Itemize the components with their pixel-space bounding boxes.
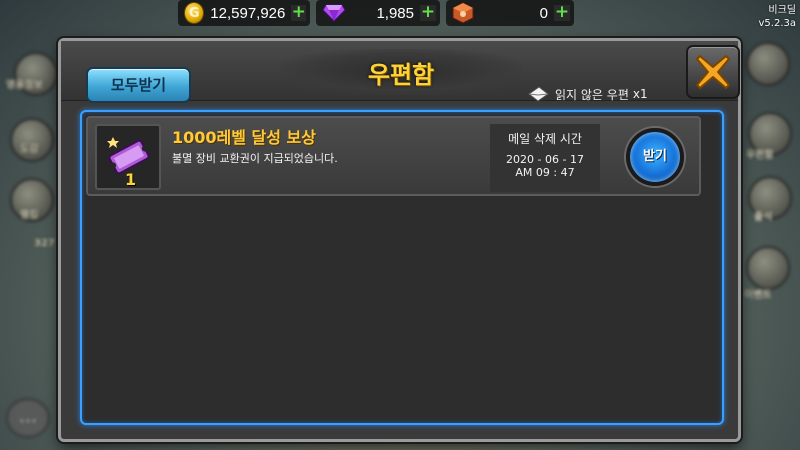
gold-coin-icon: G xyxy=(184,2,205,24)
server-name: 비크딜 xyxy=(768,5,796,16)
chat-bubble-icon xyxy=(6,398,50,438)
version-info: 비크딜 v5.2.3a xyxy=(759,4,797,30)
mail-list-panel: 1 1000레벨 달성 보상 불멸 장비 교환권이 지급되었습니다. 메일 삭제… xyxy=(80,110,724,425)
bg-mailbox-label: 우편함 xyxy=(746,150,774,161)
mail-title: 1000레벨 달성 보상 xyxy=(172,128,316,147)
expire-label: 메일 삭제 시간 xyxy=(508,132,582,146)
unread-mail-info: 읽지 않은 우편 x1 xyxy=(527,85,648,103)
unread-mail-count: x1 xyxy=(632,87,648,101)
expire-date-value: 2020 - 06 - 17 xyxy=(506,153,584,166)
receive-button[interactable]: 받기 xyxy=(626,128,684,186)
add-gem-button[interactable]: + xyxy=(420,4,436,21)
expire-time-value: AM 09 : 47 xyxy=(515,166,575,179)
close-button[interactable] xyxy=(686,45,740,99)
ticket-currency: 0 + xyxy=(446,0,574,26)
bg-ranking-label: 랭킹 xyxy=(20,210,39,221)
gold-amount: 12,597,926 xyxy=(210,4,286,22)
receive-all-button[interactable]: 모두받기 xyxy=(86,67,191,103)
bg-event-label: 이벤트 xyxy=(744,290,772,301)
ticket-cube-icon xyxy=(452,2,474,24)
mail-reward-icon-box: 1 xyxy=(95,124,161,190)
bg-hero-info-label: 영웅정보 xyxy=(6,80,43,91)
mail-description: 불멸 장비 교환권이 지급되었습니다. xyxy=(172,152,338,165)
gold-currency: G 12,597,926 + xyxy=(178,0,310,26)
mail-item-count: 1 xyxy=(125,170,137,189)
gem-currency: 1,985 + xyxy=(316,0,440,26)
close-x-icon xyxy=(696,55,730,89)
expire-date: 2020 - 06 - 17 AM 09 : 47 xyxy=(490,153,600,179)
add-ticket-button[interactable]: + xyxy=(554,4,570,21)
mail-item: 1 1000레벨 달성 보상 불멸 장비 교환권이 지급되었습니다. 메일 삭제… xyxy=(86,116,701,196)
gem-amount: 1,985 xyxy=(376,4,414,22)
mail-expire-box: 메일 삭제 시간 2020 - 06 - 17 AM 09 : 47 xyxy=(490,124,600,192)
version-label: v5.2.3a xyxy=(758,18,797,29)
bg-event-button xyxy=(746,246,790,290)
dialog-title: 우편함 xyxy=(367,61,435,89)
bg-codex-label: 도감 xyxy=(20,144,39,155)
bg-attendance-label: 출석 xyxy=(754,212,773,223)
bg-left-number: 327 xyxy=(34,238,55,249)
mailbox-dialog: 우편함 모두받기 읽지 않은 우편 x1 1 1000레벨 달성 보상 불멸 장… xyxy=(58,38,741,442)
unread-mail-label: 읽지 않은 우편 xyxy=(555,87,629,102)
purple-gem-icon xyxy=(322,4,346,22)
currency-bar: G 12,597,926 + 1,985 + 0 + xyxy=(178,0,574,28)
ticket-amount: 0 xyxy=(539,4,548,22)
bg-calendar-button xyxy=(746,42,790,86)
envelope-icon xyxy=(528,86,549,102)
add-gold-button[interactable]: + xyxy=(291,4,306,21)
